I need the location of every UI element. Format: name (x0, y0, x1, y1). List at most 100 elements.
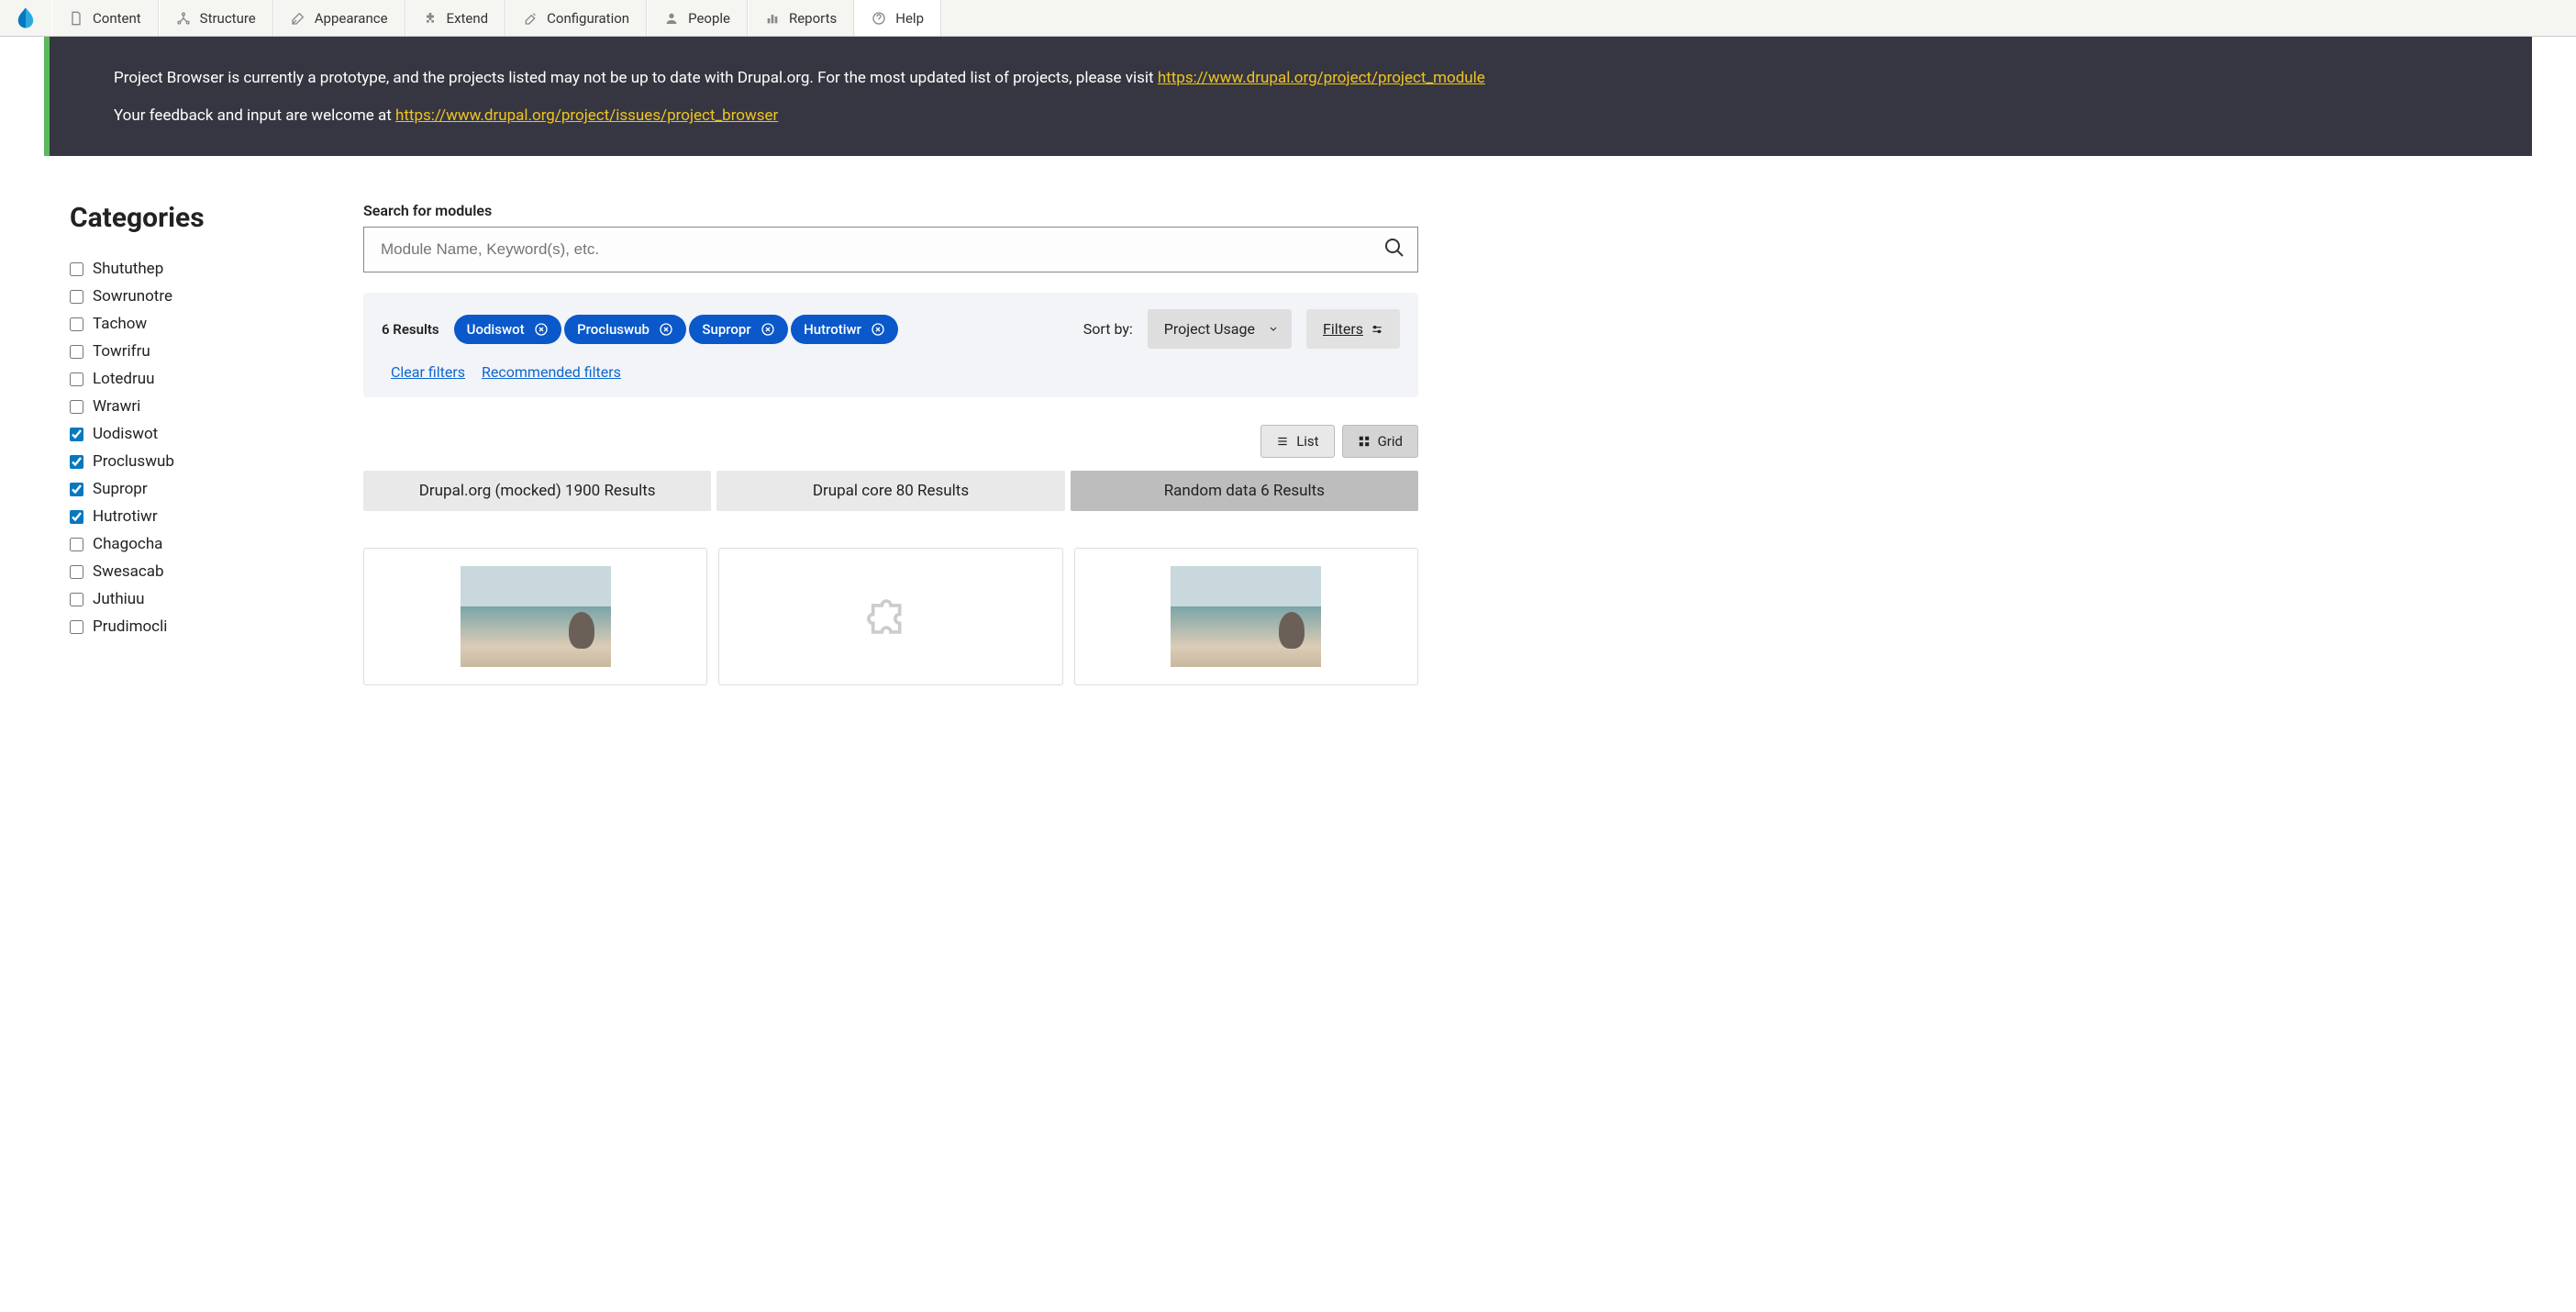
status-link-issues[interactable]: https://www.drupal.org/project/issues/pr… (395, 106, 778, 125)
file-icon (69, 11, 83, 26)
sort-by-label: Sort by: (1083, 320, 1133, 338)
results-count: 6 Results (382, 321, 439, 338)
filter-chip: Procluswub (564, 315, 686, 344)
recommended-filters-link[interactable]: Recommended filters (482, 363, 621, 381)
category-checkbox[interactable] (70, 345, 83, 359)
source-tab[interactable]: Random data 6 Results (1071, 471, 1418, 511)
nav-configuration[interactable]: Configuration (505, 0, 647, 36)
nav-label: Help (895, 10, 924, 27)
appearance-icon (291, 11, 305, 26)
nav-structure[interactable]: Structure (159, 0, 273, 36)
chip-label: Procluswub (577, 321, 650, 338)
category-checkbox[interactable] (70, 510, 83, 524)
category-item[interactable]: Tachow (70, 315, 308, 333)
filters-label: Filters (1323, 320, 1363, 338)
project-card[interactable] (718, 548, 1062, 685)
chip-remove-button[interactable] (659, 322, 673, 337)
nav-people[interactable]: People (647, 0, 748, 36)
category-label: Swesacab (93, 562, 164, 581)
category-checkbox[interactable] (70, 428, 83, 441)
category-item[interactable]: Towrifru (70, 342, 308, 361)
category-item[interactable]: Juthiuu (70, 590, 308, 608)
chip-label: Supropr (702, 321, 750, 338)
filter-chip: Uodiswot (454, 315, 561, 344)
category-checkbox[interactable] (70, 400, 83, 414)
category-checkbox[interactable] (70, 262, 83, 276)
status-text: Your feedback and input are welcome at (114, 106, 395, 125)
categories-sidebar: Categories Shututhep Sowrunotre Tachow Towr… (70, 202, 308, 685)
nav-content[interactable]: Content (51, 0, 159, 36)
extend-icon (423, 11, 438, 26)
category-label: Juthiuu (93, 590, 145, 608)
chip-label: Uodiswot (467, 321, 525, 338)
project-card[interactable] (1074, 548, 1418, 685)
category-item[interactable]: Chagocha (70, 535, 308, 553)
category-label: Procluswub (93, 452, 174, 471)
nav-reports[interactable]: Reports (748, 0, 854, 36)
grid-view-button[interactable]: Grid (1342, 425, 1418, 458)
category-item[interactable]: Sowrunotre (70, 287, 308, 306)
nav-label: People (688, 10, 730, 27)
categories-heading: Categories (70, 202, 308, 234)
nav-extend[interactable]: Extend (405, 0, 506, 36)
status-text: Project Browser is currently a prototype… (114, 69, 1158, 87)
project-thumbnail (1171, 566, 1321, 667)
config-icon (523, 11, 538, 26)
filter-chip: Supropr (689, 315, 787, 344)
chip-remove-button[interactable] (871, 322, 885, 337)
category-checkbox[interactable] (70, 372, 83, 386)
category-label: Shututhep (93, 260, 163, 278)
category-item[interactable]: Lotedruu (70, 370, 308, 388)
category-item[interactable]: Prudimocli (70, 617, 308, 636)
filter-chip: Hutrotiwr (791, 315, 898, 344)
category-label: Chagocha (93, 535, 162, 553)
category-checkbox[interactable] (70, 483, 83, 496)
people-icon (664, 11, 679, 26)
filters-button[interactable]: Filters (1306, 309, 1400, 349)
reports-icon (765, 11, 780, 26)
category-checkbox[interactable] (70, 290, 83, 304)
category-item[interactable]: Hutrotiwr (70, 507, 308, 526)
nav-label: Structure (200, 10, 256, 27)
nav-label: Reports (789, 10, 837, 27)
chip-remove-button[interactable] (761, 322, 775, 337)
category-item[interactable]: Procluswub (70, 452, 308, 471)
sort-select[interactable]: Project Usage (1148, 309, 1292, 349)
nav-appearance[interactable]: Appearance (273, 0, 405, 36)
category-item[interactable]: Swesacab (70, 562, 308, 581)
list-label: List (1296, 433, 1318, 450)
category-checkbox[interactable] (70, 593, 83, 606)
list-view-button[interactable]: List (1260, 425, 1334, 458)
search-icon[interactable] (1383, 237, 1405, 262)
help-icon (872, 11, 886, 26)
source-tab[interactable]: Drupal core 80 Results (716, 471, 1064, 511)
nav-help[interactable]: Help (854, 0, 941, 36)
category-item[interactable]: Supropr (70, 480, 308, 498)
status-link-project-module[interactable]: https://www.drupal.org/project/project_m… (1158, 69, 1485, 87)
search-input[interactable] (363, 227, 1418, 272)
category-item[interactable]: Wrawri (70, 397, 308, 416)
nav-label: Configuration (547, 10, 629, 27)
category-item[interactable]: Shututhep (70, 260, 308, 278)
sliders-icon (1371, 323, 1383, 336)
puzzle-icon (864, 590, 917, 643)
chip-remove-button[interactable] (534, 322, 549, 337)
category-label: Wrawri (93, 397, 140, 416)
search-label: Search for modules (363, 202, 1418, 219)
source-tab[interactable]: Drupal.org (mocked) 1900 Results (363, 471, 711, 511)
category-label: Towrifru (93, 342, 150, 361)
category-checkbox[interactable] (70, 565, 83, 579)
drupal-logo[interactable] (0, 0, 51, 36)
category-checkbox[interactable] (70, 317, 83, 331)
clear-filters-link[interactable]: Clear filters (391, 363, 465, 381)
category-checkbox[interactable] (70, 538, 83, 551)
chip-label: Hutrotiwr (804, 321, 861, 338)
filter-bar: 6 Results Uodiswot Procluswub Supropr Hu… (363, 293, 1418, 397)
project-card[interactable] (363, 548, 707, 685)
grid-icon (1358, 435, 1371, 448)
list-icon (1276, 435, 1289, 448)
status-message: Project Browser is currently a prototype… (44, 37, 2532, 156)
category-item[interactable]: Uodiswot (70, 425, 308, 443)
category-checkbox[interactable] (70, 620, 83, 634)
category-checkbox[interactable] (70, 455, 83, 469)
